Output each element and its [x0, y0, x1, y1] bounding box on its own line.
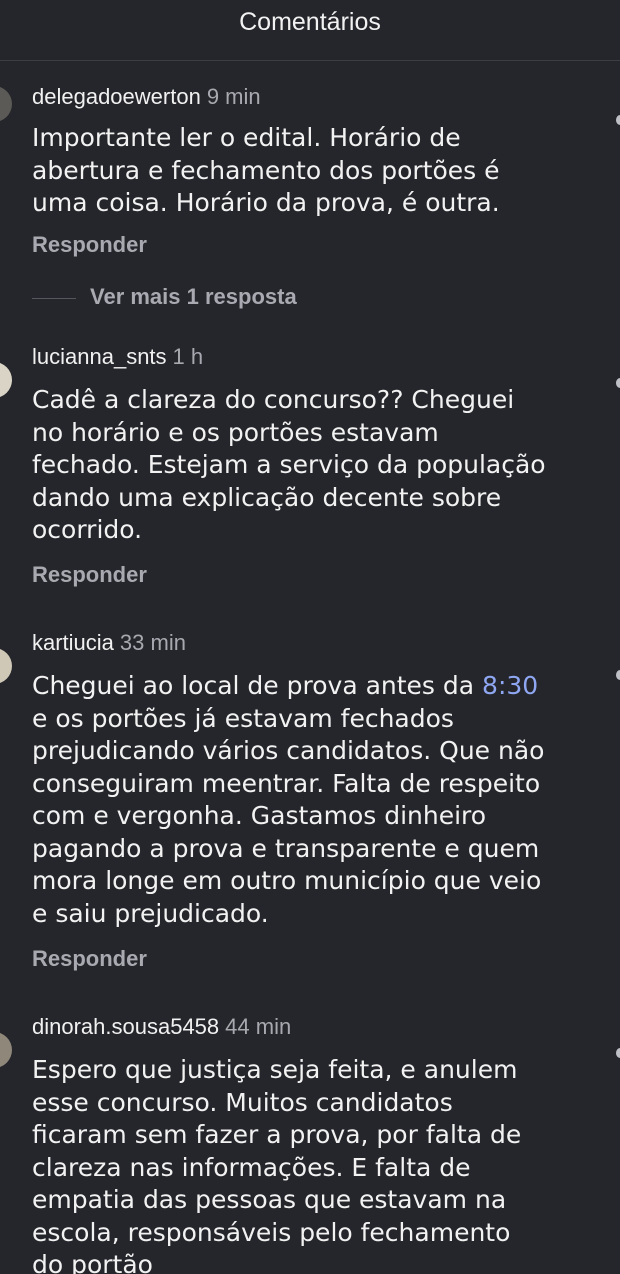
avatar[interactable] — [0, 86, 12, 122]
comment-line: e saiu prejudicado. — [32, 898, 269, 928]
comment-line: esse concurso. Muitos candidatos — [32, 1087, 453, 1117]
comment-line: ficaram sem fazer a prova, por falta de — [32, 1120, 522, 1149]
comment-line: conseguiram meentrar. Falta de respeito — [32, 768, 541, 798]
username[interactable]: kartiucia — [32, 630, 114, 655]
comment-line: pagando a prova e transparente e quem — [32, 833, 540, 863]
comments-header: Comentários — [0, 0, 620, 56]
comment-line: no horário e os portões estavam — [32, 417, 439, 447]
avatar[interactable] — [0, 1032, 12, 1068]
comment-line: Importante ler o edital. Horário de — [32, 123, 461, 152]
time-link[interactable]: 8:30 — [482, 671, 538, 700]
comment-line: Cheguei ao local de prova antes da 8:30 — [32, 670, 602, 703]
username[interactable]: delegadoewerton — [32, 84, 201, 109]
reply-button[interactable]: Responder — [32, 946, 147, 972]
comment-line: fechado. Estejam a serviço da população — [32, 450, 546, 479]
comment-line: dando uma explicação decente sobre — [32, 482, 502, 512]
comment-text: Importante ler o edital. Horário de aber… — [32, 122, 602, 220]
like-heart-icon[interactable] — [616, 378, 620, 388]
comment-line: Cadê a clareza do concurso?? Cheguei — [32, 385, 515, 414]
comment-line: prejudicando vários candidatos. Que não — [32, 736, 545, 765]
reply-button[interactable]: Responder — [32, 232, 147, 258]
comment-line: mora longe em outro município que veio — [32, 866, 542, 895]
comment-line: do portão — [32, 1250, 153, 1274]
timestamp: 33 min — [119, 630, 186, 655]
comment-line: clareza nas informações. E falta de — [32, 1152, 471, 1182]
like-heart-icon[interactable] — [616, 115, 620, 125]
view-more-replies-label[interactable]: Ver mais 1 resposta — [90, 284, 297, 310]
view-more-replies[interactable]: Ver mais 1 resposta — [0, 284, 620, 314]
comment-line-text: Cheguei ao local de prova antes da — [32, 671, 483, 700]
comment-line: abertura e fechamento dos portões é — [32, 155, 500, 185]
like-heart-icon[interactable] — [616, 1048, 620, 1058]
comment-text: Cheguei ao local de prova antes da 8:30 … — [32, 670, 602, 930]
comment-line: empatia das pessoas que estavam na — [32, 1185, 507, 1214]
like-heart-icon[interactable] — [616, 670, 620, 680]
timestamp: 1 h — [172, 344, 204, 369]
comment-line: uma coisa. Horário da prova, é outra. — [32, 188, 500, 217]
avatar[interactable] — [0, 362, 12, 398]
comment-meta: lucianna_snts 1 h — [32, 344, 203, 370]
comment-line: com e vergonha. Gastamos dinheiro — [32, 801, 487, 830]
page-title: Comentários — [239, 8, 381, 36]
timestamp: 9 min — [206, 84, 261, 109]
comment-text: Cadê a clareza do concurso?? Cheguei no … — [32, 384, 602, 547]
avatar[interactable] — [0, 648, 12, 684]
comments-screen: Comentários delegadoewerton 9 min Importa… — [0, 0, 620, 1274]
comment-meta: dinorah.sousa5458 44 min — [32, 1014, 291, 1040]
username[interactable]: lucianna_snts — [32, 344, 167, 369]
header-divider — [0, 60, 620, 61]
username[interactable]: dinorah.sousa5458 — [32, 1014, 219, 1039]
thread-line — [32, 298, 76, 299]
comment-line: escola, responsáveis pelo fechamento — [32, 1217, 511, 1247]
reply-button[interactable]: Responder — [32, 562, 147, 588]
comment-text: Espero que justiça seja feita, e anulem … — [32, 1054, 602, 1274]
comment-meta: kartiucia 33 min — [32, 630, 186, 656]
comment-line: e os portões já estavam fechados — [32, 703, 454, 733]
timestamp: 44 min — [225, 1014, 292, 1039]
comment-line: ocorrido. — [32, 515, 143, 544]
comment-meta: delegadoewerton 9 min — [32, 84, 261, 110]
comment-line: Espero que justiça seja feita, e anulem — [32, 1055, 518, 1084]
